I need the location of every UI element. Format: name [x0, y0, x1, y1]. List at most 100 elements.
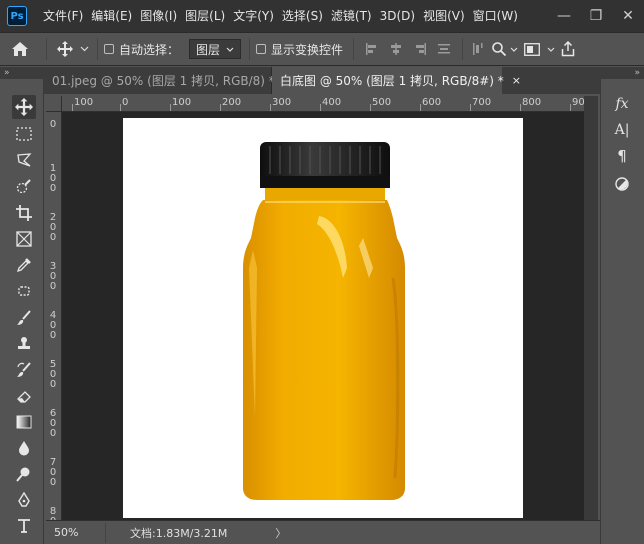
- minimize-button[interactable]: —: [548, 0, 580, 32]
- panels-collapse-toggle[interactable]: »: [600, 67, 644, 79]
- share-icon[interactable]: [557, 33, 579, 65]
- styles-fx-icon[interactable]: fx: [611, 93, 633, 115]
- paragraph-panel-icon[interactable]: ¶: [611, 145, 633, 167]
- lasso-tool[interactable]: [12, 148, 36, 172]
- menu-type[interactable]: 文字(Y): [229, 0, 278, 32]
- document-tabs: 01.jpeg @ 50% (图层 1 拷贝, RGB/8) * × 白底图 @…: [44, 67, 600, 94]
- workspace-icon[interactable]: [519, 33, 545, 65]
- menu-window[interactable]: 窗口(W): [469, 0, 522, 32]
- auto-select-checkbox[interactable]: [104, 44, 114, 54]
- chevron-down-icon[interactable]: [545, 33, 557, 65]
- align-left-icon[interactable]: [360, 33, 384, 65]
- ruler-tick-label: 0: [49, 119, 57, 130]
- ruler-tick: [220, 104, 221, 111]
- tab-01-jpeg[interactable]: 01.jpeg @ 50% (图层 1 拷贝, RGB/8) * ×: [44, 67, 292, 94]
- auto-select-target-dropdown[interactable]: 图层: [189, 39, 242, 59]
- chevron-down-icon[interactable]: [509, 33, 519, 65]
- vertical-ruler[interactable]: 0 1 0 0 2 0 0 3 0 0 4 0 0 5 0 0 6 0 0 7 0 0 8 0 …: [46, 112, 62, 520]
- tab-close-icon[interactable]: ×: [512, 74, 521, 87]
- marquee-icon: [16, 127, 32, 141]
- marquee-tool[interactable]: [12, 122, 36, 146]
- menu-3d[interactable]: 3D(D): [376, 0, 419, 32]
- history-brush-tool[interactable]: [12, 358, 36, 382]
- ruler-tick-label: 100: [172, 97, 192, 108]
- history-brush-icon: [17, 362, 31, 377]
- healing-brush-tool[interactable]: [12, 279, 36, 303]
- zoom-level-field[interactable]: 50%: [46, 522, 106, 543]
- search-icon[interactable]: [489, 33, 509, 65]
- character-panel-icon[interactable]: A|: [611, 119, 633, 141]
- show-transform-label: 显示变换控件: [271, 42, 344, 57]
- quick-selection-tool[interactable]: [12, 175, 36, 199]
- type-tool[interactable]: [12, 514, 36, 538]
- toolbar-collapse-toggle[interactable]: »: [0, 67, 44, 79]
- tab-label: 白底图 @ 50% (图层 1 拷贝, RGB/8#) *: [280, 74, 504, 88]
- dodge-icon: [16, 467, 30, 482]
- home-icon[interactable]: [0, 33, 40, 65]
- adjustments-icon[interactable]: [611, 173, 633, 195]
- menu-view[interactable]: 视图(V): [419, 0, 469, 32]
- align-top-icon[interactable]: [432, 33, 456, 65]
- clone-stamp-tool[interactable]: [12, 332, 36, 356]
- document-info: 文档:1.83M/3.21M: [130, 526, 228, 540]
- separator: [97, 38, 98, 60]
- ruler-tick-label: 0: [122, 97, 129, 108]
- move-tool-preset-icon[interactable]: [53, 33, 77, 65]
- separator: [249, 38, 251, 60]
- tab-label: 01.jpeg @ 50% (图层 1 拷贝, RGB/8) *: [52, 74, 275, 88]
- eraser-tool[interactable]: [12, 384, 36, 408]
- collapsed-panels: fx A| ¶: [600, 79, 644, 544]
- crop-icon: [16, 205, 32, 221]
- photoshop-logo-icon: Ps: [7, 6, 27, 26]
- brush-tool[interactable]: [12, 306, 36, 330]
- ruler-tick-label: 6 0 0: [49, 408, 57, 439]
- document-canvas[interactable]: [123, 118, 523, 518]
- eraser-icon: [17, 391, 31, 403]
- restore-button[interactable]: ❐: [580, 0, 612, 32]
- eyedropper-icon: [16, 258, 31, 273]
- align-center-icon[interactable]: [384, 33, 408, 65]
- menu-select[interactable]: 选择(S): [278, 0, 327, 32]
- move-tool[interactable]: [12, 95, 36, 119]
- lasso-icon: [17, 153, 32, 167]
- ruler-tick-label: 400: [322, 97, 342, 108]
- align-right-icon[interactable]: [408, 33, 432, 65]
- pen-icon: [18, 492, 30, 507]
- ruler-tick-label: 4 0 0: [49, 310, 57, 341]
- ruler-tick-label: 5 0 0: [49, 359, 57, 390]
- eyedropper-tool[interactable]: [12, 253, 36, 277]
- show-transform-checkbox[interactable]: [256, 44, 267, 54]
- horizontal-ruler[interactable]: 100 0 100 200 300 400 500 600 700 800 900: [62, 96, 584, 112]
- tab-baidi-tu[interactable]: 白底图 @ 50% (图层 1 拷贝, RGB/8#) * ×: [272, 67, 521, 94]
- tools-panel: [0, 79, 44, 544]
- ruler-tick: [420, 104, 421, 111]
- ruler-tick: [170, 104, 171, 111]
- stamp-icon: [18, 337, 30, 349]
- dropdown-value: 图层: [196, 42, 221, 57]
- menu-file[interactable]: 文件(F): [39, 0, 87, 32]
- chevron-down-icon[interactable]: [77, 33, 91, 65]
- gradient-tool[interactable]: [12, 410, 36, 434]
- vertical-scrollbar[interactable]: [584, 96, 598, 520]
- blur-tool[interactable]: [12, 436, 36, 460]
- status-menu-arrow-icon[interactable]: 〉: [275, 525, 286, 541]
- ruler-tick-label: 600: [422, 97, 442, 108]
- close-button[interactable]: ✕: [612, 0, 644, 32]
- dodge-tool[interactable]: [12, 462, 36, 486]
- ruler-tick-label: 3 0 0: [49, 261, 57, 292]
- frame-tool[interactable]: [12, 227, 36, 251]
- menu-layer[interactable]: 图层(L): [181, 0, 229, 32]
- menu-image[interactable]: 图像(I): [136, 0, 181, 32]
- menu-edit[interactable]: 编辑(E): [87, 0, 136, 32]
- ruler-tick: [370, 104, 371, 111]
- menu-filter[interactable]: 滤镜(T): [327, 0, 376, 32]
- distribute-icon[interactable]: [469, 33, 489, 65]
- crop-tool[interactable]: [12, 201, 36, 225]
- ruler-tick-label: 800: [522, 97, 542, 108]
- ruler-tick: [120, 104, 121, 111]
- ruler-tick: [520, 104, 521, 111]
- ruler-tick-label: 100: [74, 97, 94, 108]
- window-controls: — ❐ ✕: [548, 0, 644, 32]
- pen-tool[interactable]: [12, 488, 36, 512]
- ruler-origin[interactable]: [46, 96, 62, 112]
